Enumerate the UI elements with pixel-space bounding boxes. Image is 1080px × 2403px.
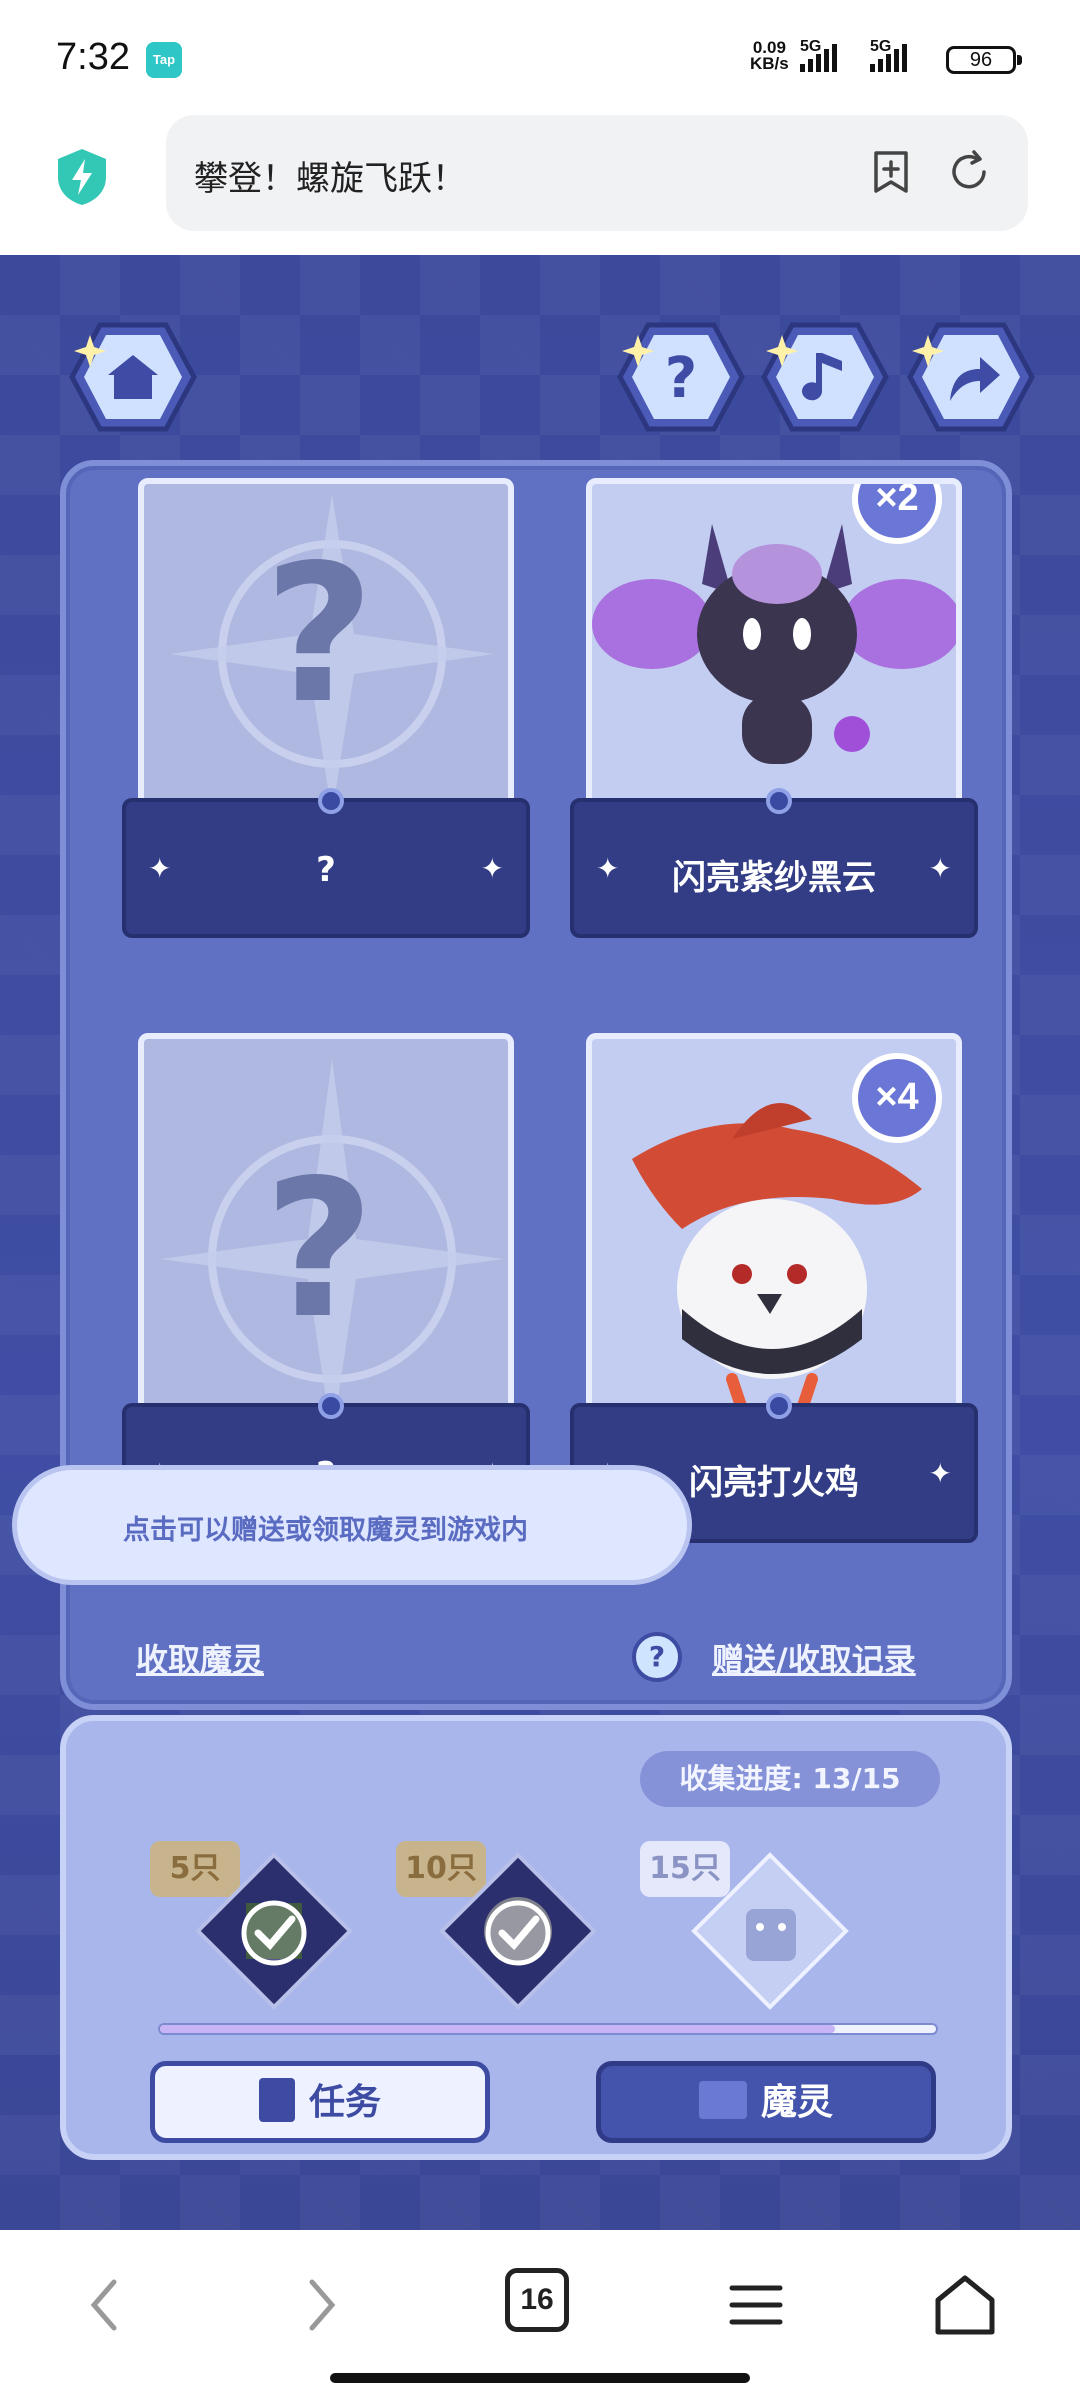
spirits-button[interactable]: 魔灵 [596, 2061, 936, 2143]
svg-text:?: ? [665, 346, 697, 411]
network-speed: 0.09 KB/s [750, 39, 789, 73]
battery-icon: 96 [946, 46, 1022, 74]
share-button[interactable] [906, 317, 1036, 437]
browser-toolbar: 攀登！螺旋飞跃！ [0, 115, 1080, 255]
shield-icon[interactable] [54, 147, 110, 207]
add-bookmark-icon[interactable] [866, 147, 916, 197]
folder-icon [698, 2081, 747, 2119]
game-viewport: ? ? ✦ ? ✦ ×2 ✦ 闪亮紫纱黑云 ✦ ? ×4 闪亮打火鸡 ✦ 点击可… [0, 255, 1080, 2230]
back-icon[interactable] [80, 2270, 130, 2340]
milestone-reward-claimed[interactable] [194, 1851, 354, 2011]
card-face: ×4 [586, 1033, 962, 1433]
collection-progress-panel: 收集进度: 13/15 5只 10只 15只 任务 魔灵 [60, 1715, 1012, 2160]
pocket-pin [318, 788, 344, 814]
tasks-button[interactable]: 任务 [150, 2061, 490, 2143]
page-title: 攀登！螺旋飞跃！ [194, 159, 466, 199]
spirits-label: 魔灵 [760, 2082, 833, 2123]
pocket-pin [766, 1393, 792, 1419]
milestone-reward-locked[interactable] [690, 1851, 850, 2011]
unknown-mark: ? [264, 524, 375, 745]
unknown-mark: ? [264, 1139, 375, 1360]
tasks-label: 任务 [308, 2082, 381, 2123]
hint-tooltip: 点击可以赠送或领取魔灵到游戏内 [12, 1465, 692, 1585]
card-face: ? [138, 1033, 514, 1433]
signal-label-2: 5G [870, 38, 892, 55]
sparkle-icon: ✦ [480, 852, 504, 885]
pocket-pin [318, 1393, 344, 1419]
count-badge: ×4 [852, 1053, 942, 1143]
card-face: ×2 [586, 478, 962, 808]
forward-icon[interactable] [296, 2270, 346, 2340]
tap-app-icon: Tap [146, 42, 182, 78]
gift-history-link[interactable]: 赠送/收取记录 [712, 1635, 916, 1681]
progress-fill [160, 2025, 836, 2033]
home-button[interactable] [68, 317, 198, 437]
tabs-button[interactable]: 16 [505, 2268, 569, 2332]
card-pocket: ✦ 闪亮紫纱黑云 ✦ [570, 788, 978, 938]
help-button[interactable]: ? [616, 317, 746, 437]
progress-track [158, 2023, 938, 2035]
net-speed-unit: KB/s [750, 54, 789, 73]
menu-icon[interactable] [726, 2270, 786, 2340]
address-bar[interactable]: 攀登！螺旋飞跃！ [166, 115, 1028, 231]
sparkle-icon: ✦ [928, 1457, 952, 1490]
card-slot[interactable]: ? ✦ ? ✦ [122, 478, 532, 948]
cell-signal-icon: 5G [800, 38, 837, 72]
card-slot[interactable]: ×2 ✦ 闪亮紫纱黑云 ✦ [570, 478, 980, 948]
task-icon [258, 2078, 295, 2122]
card-slot[interactable]: ? ✦ ? ✦ [122, 1033, 532, 1543]
gesture-bar [330, 2373, 750, 2383]
clock: 7:32 [56, 36, 130, 78]
reload-icon[interactable] [944, 147, 994, 197]
collection-progress-label: 收集进度: 13/15 [640, 1751, 940, 1807]
signal-label: 5G [800, 38, 822, 55]
tooltip-text: 点击可以赠送或领取魔灵到游戏内 [123, 1515, 528, 1546]
question-icon[interactable]: ? [632, 1632, 682, 1682]
card-pocket: ✦ ? ✦ [122, 788, 530, 938]
card-face: ? [138, 478, 514, 808]
music-button[interactable] [760, 317, 890, 437]
status-bar: 7:32 Tap 0.09 KB/s 5G 5G 96 [0, 0, 1080, 115]
card-name: ? [316, 850, 336, 890]
pocket-pin [766, 788, 792, 814]
card-name: 闪亮紫纱黑云 [672, 858, 876, 898]
sparkle-icon: ✦ [928, 852, 952, 885]
home-icon[interactable] [930, 2270, 1000, 2340]
browser-bottom-nav: 16 [0, 2230, 1080, 2403]
card-grid: ? ✦ ? ✦ ×2 ✦ 闪亮紫纱黑云 ✦ ? ×4 闪亮打火鸡 ✦ [78, 478, 994, 1614]
collect-spirit-link[interactable]: 收取魔灵 [136, 1635, 264, 1681]
milestone-reward-claimed[interactable] [438, 1851, 598, 2011]
cell-signal-icon-2: 5G [870, 38, 907, 72]
